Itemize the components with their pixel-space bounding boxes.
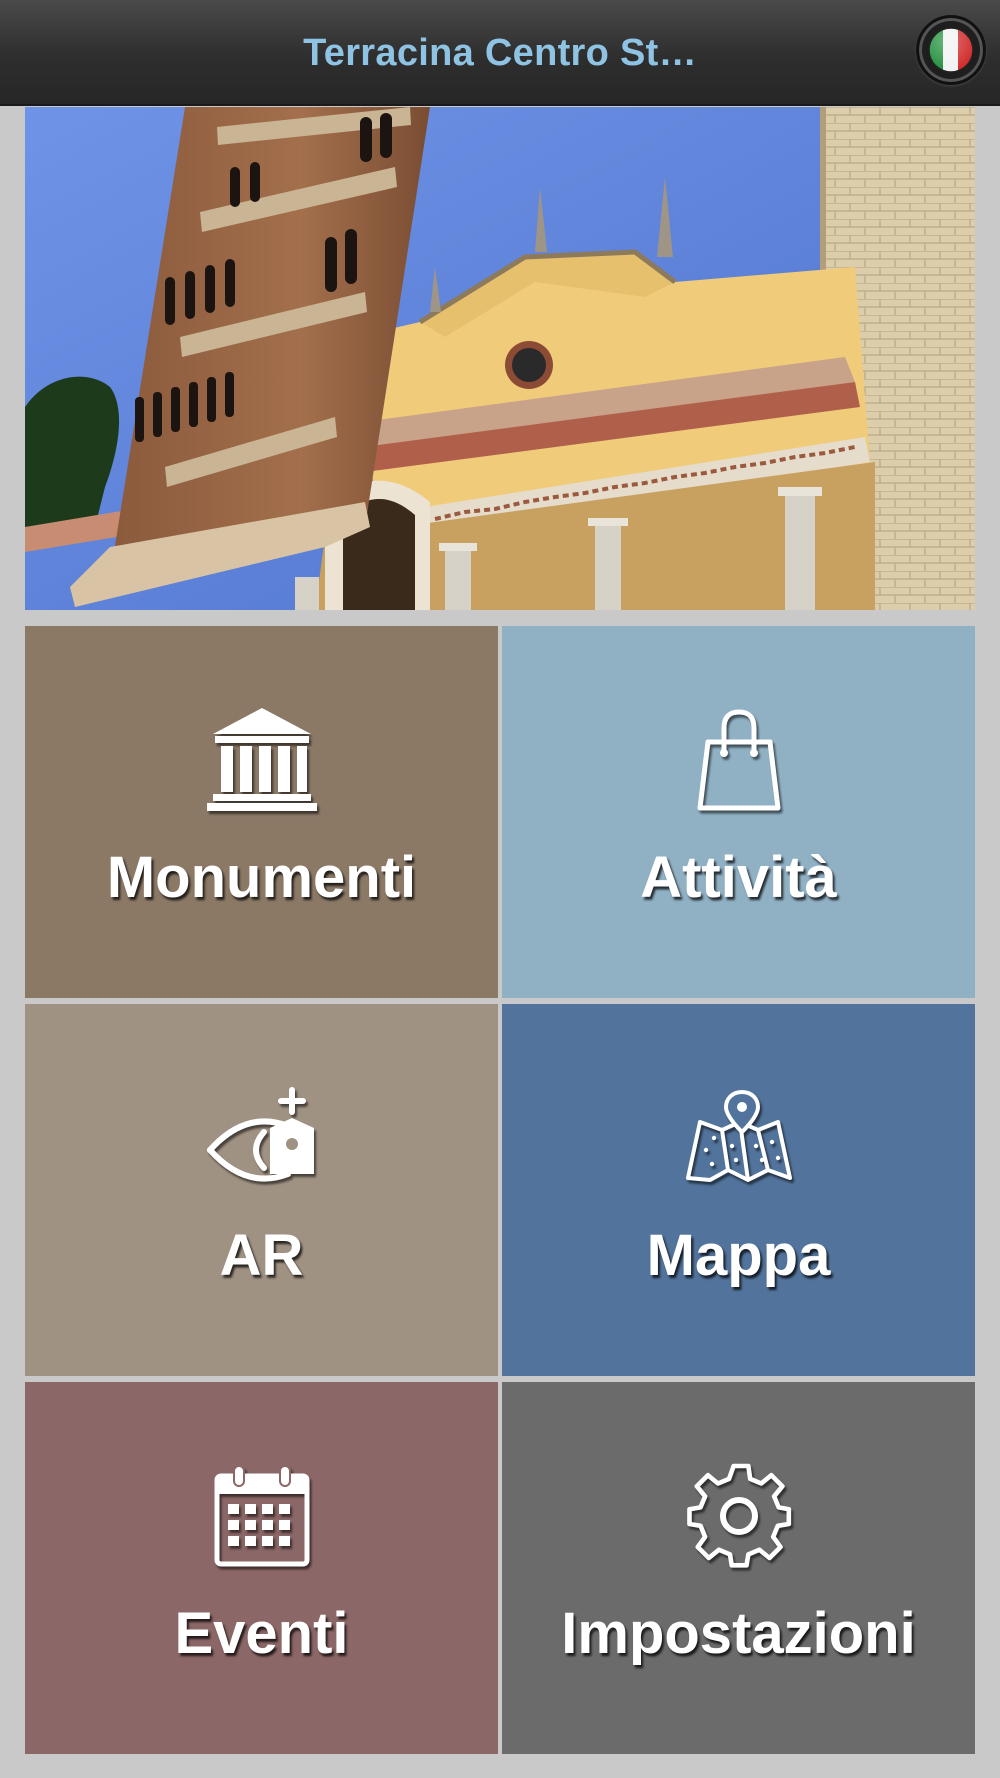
top-bar: Terracina Centro St… <box>0 0 1000 106</box>
tile-label-eventi: Eventi <box>174 1601 349 1666</box>
tile-label-monumenti: Monumenti <box>106 845 417 910</box>
tile-ar[interactable]: AR <box>25 1004 498 1376</box>
museum-icon <box>206 708 317 811</box>
language-button[interactable] <box>916 15 986 85</box>
ar-eye-tag-icon <box>206 1087 314 1182</box>
tile-label-mappa: Mappa <box>646 1223 831 1288</box>
shopping-bag-icon <box>697 709 780 811</box>
tile-mappa[interactable]: Mappa <box>502 1004 975 1376</box>
app-title: Terracina Centro St… <box>303 32 697 74</box>
cathedral-photo <box>25 107 975 610</box>
tile-monumenti[interactable]: Monumenti <box>25 626 498 998</box>
gear-icon <box>686 1463 791 1568</box>
tile-label-ar: AR <box>219 1223 304 1288</box>
map-icon <box>685 1090 792 1182</box>
calendar-icon <box>214 1465 309 1567</box>
tile-label-attivita: Attività <box>640 845 837 910</box>
tile-attivita[interactable]: Attività <box>502 626 975 998</box>
tile-impostazioni[interactable]: Impostazioni <box>502 1382 975 1754</box>
tile-eventi[interactable]: Eventi <box>25 1382 498 1754</box>
tile-label-impostazioni: Impostazioni <box>561 1601 916 1666</box>
hero-image <box>25 107 975 610</box>
italy-flag-icon <box>928 27 974 73</box>
